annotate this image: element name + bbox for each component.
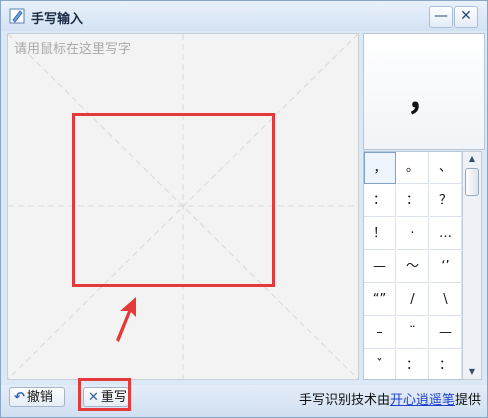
undo-arrow-icon: ↶ <box>14 390 25 405</box>
minimize-button[interactable]: — <box>429 6 453 28</box>
undo-label: 撤销 <box>26 390 53 405</box>
recognized-preview: ， <box>363 33 485 150</box>
close-button[interactable]: ✕ <box>454 6 478 28</box>
scroll-up-icon[interactable]: ▲ <box>463 152 481 166</box>
candidate-cell[interactable]: 、 <box>430 152 462 184</box>
candidate-cell[interactable]: — <box>364 251 396 283</box>
candidate-cell[interactable]: ？ <box>430 185 462 217</box>
candidate-cell[interactable]: · <box>397 218 429 250</box>
candidate-cell[interactable]: ， <box>364 152 396 184</box>
writing-hint: 请用鼠标在这里写字 <box>14 42 132 57</box>
candidate-cell[interactable]: — <box>430 317 462 349</box>
candidate-cell[interactable]: ˇ <box>364 350 396 379</box>
candidate-cell[interactable]: … <box>430 218 462 250</box>
candidate-cell[interactable]: “” <box>364 284 396 316</box>
candidate-cell[interactable]: ： <box>364 185 396 217</box>
candidate-cell[interactable]: ¨ <box>397 317 429 349</box>
titlebar: 手写输入 — ✕ <box>1 1 487 31</box>
writing-guides <box>8 34 358 379</box>
candidate-cell[interactable]: 。 <box>397 152 429 184</box>
rewrite-button[interactable]: ✕ 重写 <box>83 387 129 407</box>
candidate-cell[interactable]: ： <box>397 185 429 217</box>
window-title: 手写输入 <box>31 12 84 27</box>
writing-area[interactable]: 请用鼠标在这里写字 <box>7 33 359 380</box>
candidate-cell[interactable]: ‘’ <box>430 251 462 283</box>
candidate-cell[interactable]: \ <box>430 284 462 316</box>
scroll-thumb[interactable] <box>465 168 479 196</box>
candidate-cell[interactable]: ！ <box>364 218 396 250</box>
credit-suffix: 提供 <box>454 393 481 408</box>
candidate-grid: ， 。 、 ： ： ？ ！ · … — ～ ‘’ “” / \ – ¨ — ˇ … <box>363 151 463 380</box>
x-icon: ✕ <box>88 390 99 405</box>
candidate-cell[interactable]: ： <box>397 350 429 379</box>
undo-button[interactable]: ↶ 撤销 <box>9 387 65 407</box>
pencil-icon <box>9 8 25 24</box>
credit-text: 手写识别技术由开心逍遥笔提供 <box>299 389 481 408</box>
candidate-cell[interactable]: / <box>397 284 429 316</box>
candidate-cell[interactable]: ～ <box>397 251 429 283</box>
credit-prefix: 手写识别技术由 <box>298 393 390 408</box>
scroll-down-icon[interactable]: ▼ <box>463 365 481 379</box>
handwriting-window: 手写输入 — ✕ 请用鼠标在这里写字 ， ， 。 、 ： ： ？ ！ · … —… <box>0 0 488 418</box>
rewrite-label: 重写 <box>100 390 127 405</box>
red-arrow-icon <box>116 297 136 342</box>
candidate-scrollbar[interactable]: ▲ ▼ <box>462 151 482 380</box>
bottom-toolbar: ↶ 撤销 ✕ 重写 手写识别技术由开心逍遥笔提供 <box>1 385 487 417</box>
candidate-cell[interactable]: ： <box>430 350 462 379</box>
credit-link[interactable]: 开心逍遥笔 <box>390 393 455 408</box>
candidate-cell[interactable]: – <box>364 317 396 349</box>
